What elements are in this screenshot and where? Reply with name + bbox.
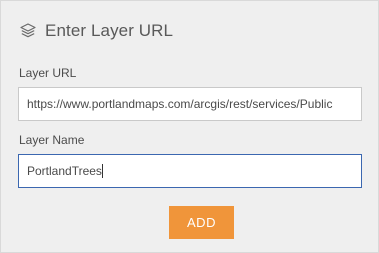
text-caret	[101, 163, 103, 178]
layers-icon	[19, 22, 37, 40]
layer-name-input[interactable]: PortlandTrees	[18, 154, 362, 188]
panel-title: Enter Layer URL	[45, 21, 174, 40]
add-button[interactable]: ADD	[169, 206, 234, 239]
layer-url-value: https://www.portlandmaps.com/arcgis/rest…	[27, 97, 333, 111]
layer-url-input[interactable]: https://www.portlandmaps.com/arcgis/rest…	[18, 87, 362, 121]
layer-name-text-wrap: PortlandTrees	[27, 155, 353, 187]
layer-url-label: Layer URL	[19, 66, 77, 80]
panel-header: Enter Layer URL	[19, 19, 173, 43]
layer-name-value: PortlandTrees	[27, 164, 102, 178]
layer-name-label: Layer Name	[19, 133, 85, 147]
enter-layer-url-panel: Enter Layer URL Layer URL https://www.po…	[0, 0, 379, 253]
